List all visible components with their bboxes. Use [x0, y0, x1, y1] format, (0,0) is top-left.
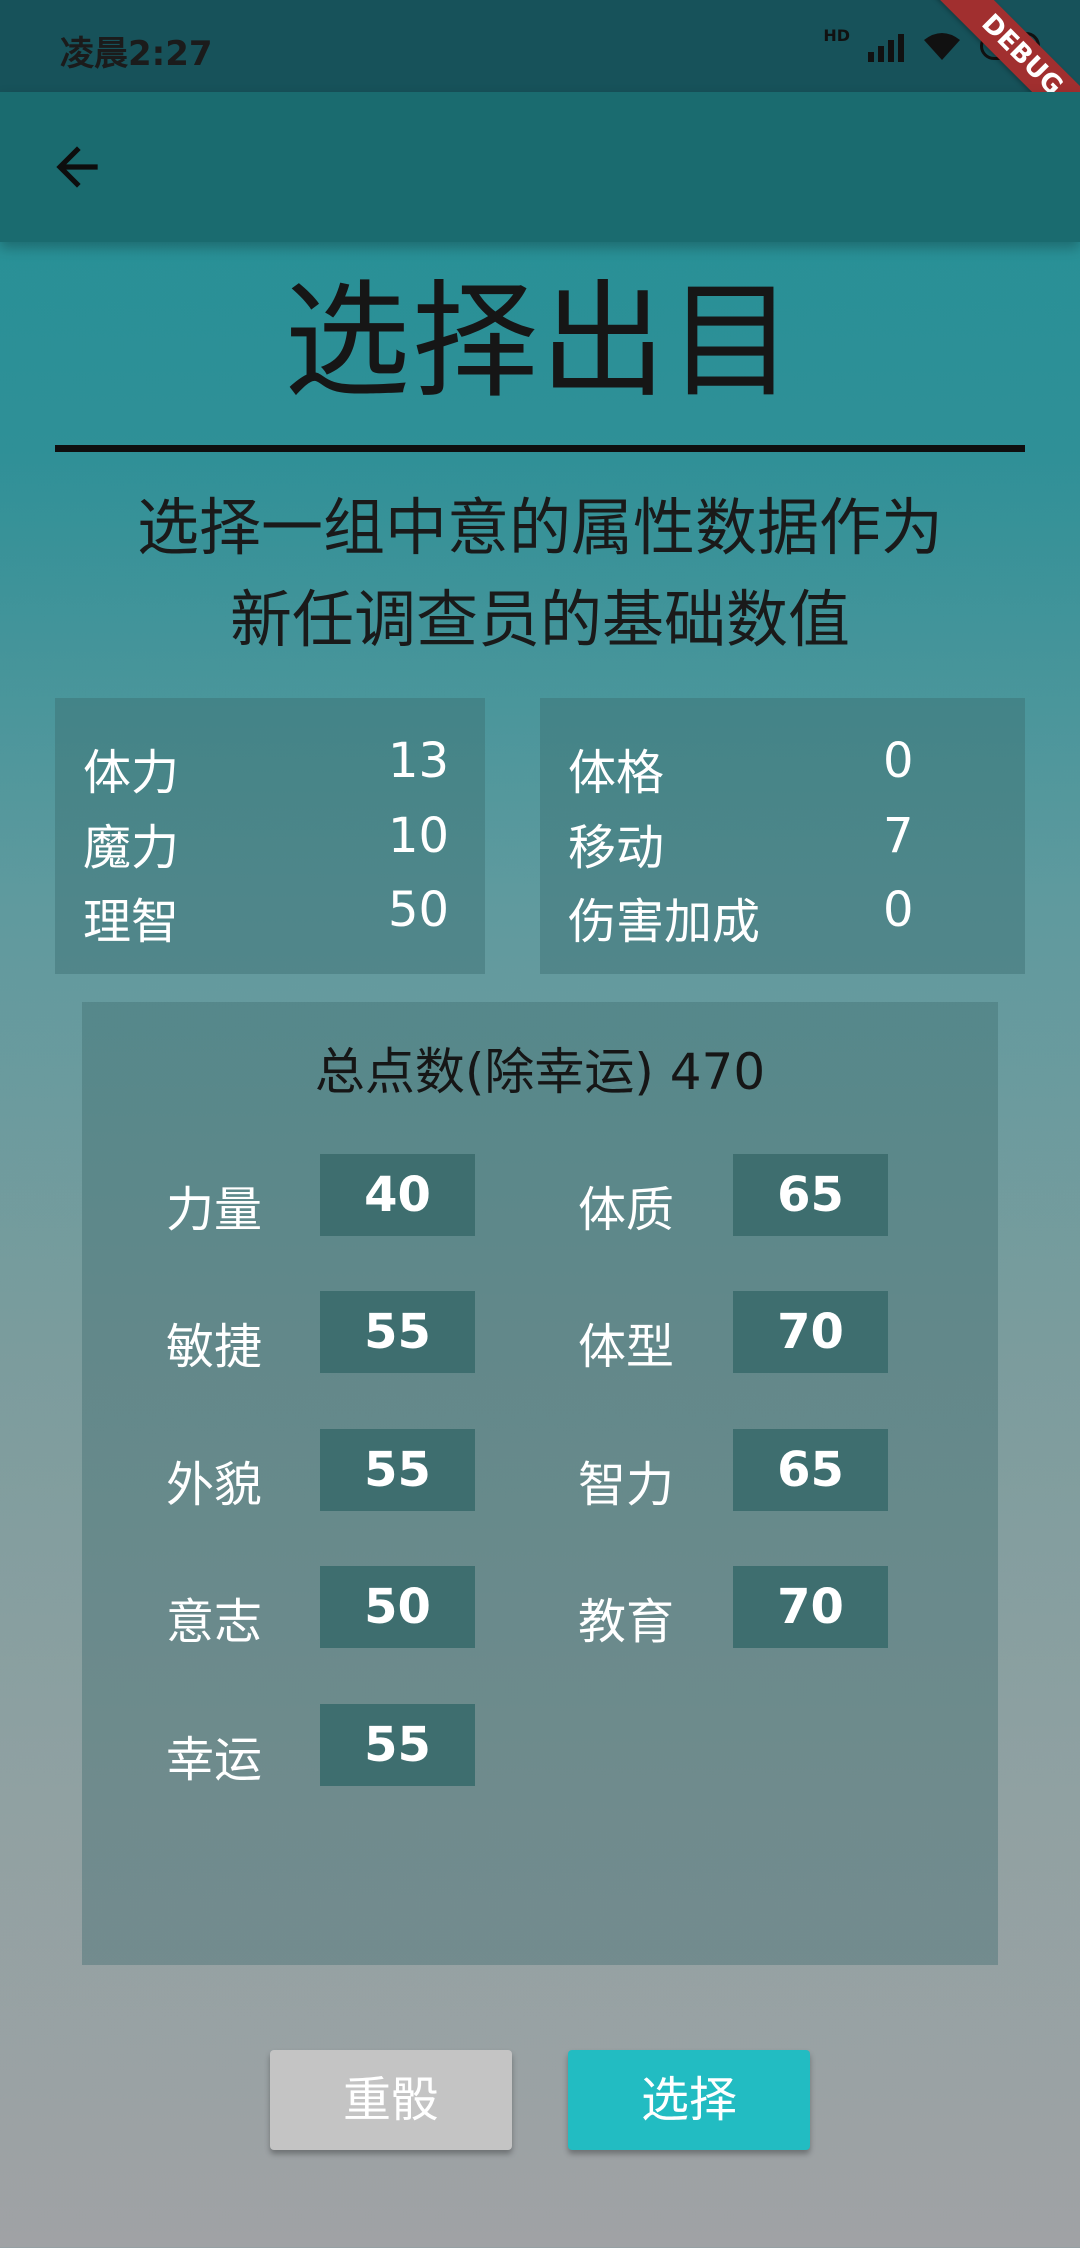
stat-label: 伤害加成	[568, 894, 761, 950]
reroll-button[interactable]: 重骰	[270, 2050, 512, 2150]
attribute-label: 教育	[578, 1594, 675, 1650]
attribute-value: 40	[320, 1154, 475, 1236]
page-subtitle: 选择一组中意的属性数据作为 新任调查员的基础数值	[0, 482, 1080, 666]
stat-value: 0	[883, 882, 914, 938]
stat-label: 理智	[83, 894, 180, 950]
title-divider	[55, 445, 1025, 452]
stat-label: 体力	[83, 745, 180, 801]
signal-icon	[868, 30, 904, 62]
status-time: 凌晨2:27	[60, 34, 213, 74]
attribute-label: 意志	[166, 1594, 263, 1650]
subtitle-line-2: 新任调查员的基础数值	[229, 583, 850, 656]
attribute-label: 体型	[578, 1319, 675, 1375]
attribute-label: 力量	[166, 1182, 263, 1238]
stat-value: 13	[388, 733, 450, 789]
attribute-value: 65	[733, 1429, 888, 1511]
derived-stats-left-card: 体力 13 魔力 10 理智 50	[55, 698, 485, 974]
stat-value: 7	[883, 808, 914, 864]
wifi-icon	[924, 33, 960, 60]
attribute-label: 外貌	[166, 1457, 263, 1513]
derived-stats-right-card: 体格 0 移动 7 伤害加成 0	[540, 698, 1025, 974]
attribute-label: 智力	[578, 1457, 675, 1513]
attribute-value: 55	[320, 1704, 475, 1786]
attribute-label: 敏捷	[166, 1319, 263, 1375]
attribute-label: 体质	[578, 1182, 675, 1238]
status-bar: 凌晨2:27 HD DEBUG	[0, 0, 1080, 154]
attribute-value: 55	[320, 1429, 475, 1511]
attribute-value: 70	[733, 1566, 888, 1648]
attributes-panel: 总点数(除幸运) 470 力量 40 敏捷 55 外貌 55 意志 50 幸运 …	[82, 1002, 998, 1965]
total-points-label: 总点数(除幸运) 470	[314, 1043, 766, 1101]
attribute-value: 50	[320, 1566, 475, 1648]
attribute-label: 幸运	[166, 1732, 263, 1788]
subtitle-line-1: 选择一组中意的属性数据作为	[136, 491, 943, 564]
stat-label: 移动	[568, 820, 665, 876]
stat-label: 魔力	[83, 820, 180, 876]
arrow-left-icon[interactable]	[46, 136, 108, 198]
stat-value: 10	[388, 808, 450, 864]
attribute-value: 65	[733, 1154, 888, 1236]
stat-label: 体格	[568, 745, 665, 801]
network-label: HD	[823, 26, 850, 45]
page-title: 选择出目	[284, 268, 796, 415]
app-bar	[0, 92, 1080, 242]
attribute-value: 70	[733, 1291, 888, 1373]
attribute-value: 55	[320, 1291, 475, 1373]
select-button[interactable]: 选择	[568, 2050, 810, 2150]
stat-value: 50	[388, 882, 450, 938]
stat-value: 0	[883, 733, 914, 789]
